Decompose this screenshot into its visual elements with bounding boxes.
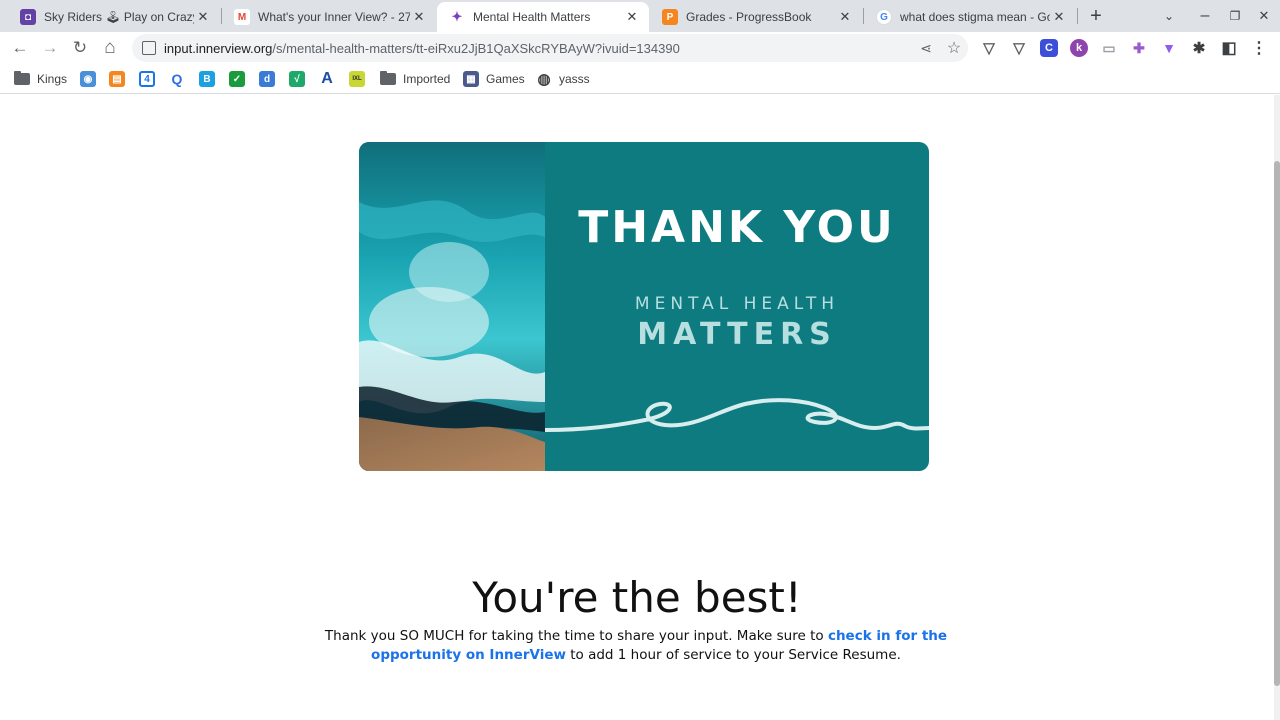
k-extension-icon[interactable]: k — [1070, 39, 1088, 57]
tab-title: What's your Inner View? - 27lt — [258, 10, 410, 24]
decorative-wave-icon — [545, 398, 929, 432]
tab-separator — [1077, 8, 1078, 24]
forward-icon[interactable]: → — [36, 34, 64, 62]
mental-health-subtitle: MENTAL HEALTH — [634, 294, 840, 314]
tab-google-search[interactable]: G what does stigma mean - Goo ✕ — [864, 2, 1076, 32]
bookmark-calendar[interactable]: 4 — [139, 69, 155, 89]
browser-toolbar: ← → ↻ ⌂ input.innerview.org/s/mental-hea… — [0, 32, 1280, 64]
bookmark-check[interactable]: √ — [289, 69, 305, 89]
close-window-icon[interactable]: ✕ — [1250, 2, 1278, 30]
bookmark-7-icon: ✓ — [229, 71, 245, 87]
back-icon[interactable]: ← — [6, 34, 34, 62]
bookmark-label: yasss — [559, 72, 590, 86]
gmail-icon: M — [234, 9, 250, 25]
tab-mental-health-matters[interactable]: ✦ Mental Health Matters ✕ — [437, 2, 649, 32]
games-icon: ▦ — [463, 71, 479, 87]
thank-you-message: Thank you SO MUCH for taking the time to… — [280, 627, 992, 665]
tab-inner-view-gmail[interactable]: M What's your Inner View? - 27lt ✕ — [222, 2, 436, 32]
ocean-wave-image — [359, 142, 545, 471]
bookmark-label: Kings — [37, 72, 68, 86]
more-menu-icon[interactable]: ⋮ — [1250, 39, 1268, 57]
new-tab-icon[interactable]: + — [1082, 2, 1110, 30]
shield-outline-extension-icon[interactable]: ▽ — [1010, 39, 1028, 57]
message-text-start: Thank you SO MUCH for taking the time to… — [324, 628, 828, 644]
matters-subtitle: MATTERS — [637, 317, 837, 352]
bookmark-label: Imported — [403, 72, 451, 86]
thank-you-banner: THANK YOU MENTAL HEALTH MATTERS — [359, 142, 929, 471]
twitch-icon: ◘ — [20, 9, 36, 25]
bookmark-1[interactable]: ◉ — [80, 69, 96, 89]
tab-progressbook[interactable]: P Grades - ProgressBook ✕ — [650, 2, 862, 32]
thank-you-title: THANK YOU — [578, 202, 896, 253]
page-headline: You're the best! — [472, 573, 802, 622]
bookmarks-bar: Kings ◉ ▤ 4 Q B ✓ d √ A IXL Imported ▦ G… — [0, 64, 1280, 94]
bookmark-q[interactable]: Q — [169, 69, 185, 89]
bookmark-games[interactable]: ▦ Games — [463, 69, 525, 89]
minimize-icon[interactable]: – — [1191, 2, 1219, 30]
b-icon: B — [199, 71, 215, 87]
puzzle-color-extension-icon[interactable]: ✚ — [1130, 39, 1148, 57]
bookmark-a[interactable]: A — [319, 69, 335, 89]
close-icon[interactable]: ✕ — [194, 8, 212, 26]
bookmark-star-icon[interactable]: ☆ — [940, 34, 968, 62]
bookmark-d[interactable]: d — [259, 69, 275, 89]
check-icon: √ — [289, 71, 305, 87]
progressbook-icon: P — [662, 9, 678, 25]
cast-extension-icon[interactable]: ▭ — [1100, 39, 1118, 57]
bookmark-2[interactable]: ▤ — [109, 69, 125, 89]
side-panel-icon[interactable]: ◧ — [1220, 39, 1238, 57]
q-icon: Q — [169, 71, 185, 87]
d-icon: d — [259, 71, 275, 87]
tab-search-chevron-down-icon[interactable]: ⌄ — [1155, 2, 1183, 30]
bookmark-2-icon: ▤ — [109, 71, 125, 87]
c-extension-icon[interactable]: C — [1040, 39, 1058, 57]
bookmark-1-icon: ◉ — [80, 71, 96, 87]
tab-sky-riders[interactable]: ◘ Sky Riders 🕹 Play on CrazyGa ✕ — [8, 2, 220, 32]
extensions-puzzle-icon[interactable]: ✱ — [1190, 39, 1208, 57]
folder-icon — [380, 71, 396, 85]
ixl-icon: IXL — [349, 71, 365, 87]
bookmark-7[interactable]: ✓ — [229, 69, 245, 89]
calendar-icon: 4 — [139, 71, 155, 87]
url-path: /s/mental-health-matters/tt-eiRxu2JjB1Qa… — [272, 40, 680, 56]
bookmark-b[interactable]: B — [199, 69, 215, 89]
a-icon: A — [321, 70, 333, 87]
url-text[interactable]: input.innerview.org/s/mental-health-matt… — [164, 41, 912, 56]
restore-icon[interactable]: ❐ — [1221, 2, 1249, 30]
bookmark-yasss[interactable]: ◍ yasss — [536, 69, 590, 89]
scrollbar-thumb[interactable] — [1274, 161, 1280, 686]
folder-icon — [14, 71, 30, 85]
home-icon[interactable]: ⌂ — [96, 34, 124, 62]
url-host: input.innerview.org — [164, 40, 273, 56]
bookmark-ixl[interactable]: IXL — [349, 69, 365, 89]
tab-title: Sky Riders 🕹 Play on CrazyGa — [44, 10, 194, 24]
close-icon[interactable]: ✕ — [836, 8, 854, 26]
tab-title: Grades - ProgressBook — [686, 10, 812, 24]
tab-title: Mental Health Matters — [473, 10, 591, 24]
address-bar[interactable]: input.innerview.org/s/mental-health-matt… — [132, 34, 968, 62]
google-icon: G — [876, 9, 892, 25]
close-icon[interactable]: ✕ — [410, 8, 428, 26]
close-icon[interactable]: ✕ — [623, 8, 641, 26]
site-info-icon[interactable] — [142, 41, 156, 55]
message-text-end: to add 1 hour of service to your Service… — [565, 647, 901, 663]
share-icon[interactable]: ⋖ — [912, 34, 940, 62]
globe-icon: ◍ — [537, 71, 551, 88]
page-content: THANK YOU MENTAL HEALTH MATTERS You're t… — [0, 95, 1280, 720]
tab-title: what does stigma mean - Goo — [900, 10, 1050, 24]
reload-icon[interactable]: ↻ — [66, 34, 94, 62]
shield-extension-icon[interactable]: ▽ — [980, 39, 998, 57]
innerview-icon: ✦ — [451, 9, 463, 24]
page-scrollbar[interactable] — [1274, 95, 1280, 720]
bookmark-extension-icon[interactable]: ▼ — [1160, 39, 1178, 57]
bookmark-folder-kings[interactable]: Kings — [14, 69, 67, 89]
bookmark-label: Games — [486, 72, 525, 86]
tab-strip: ◘ Sky Riders 🕹 Play on CrazyGa ✕ M What'… — [0, 0, 1280, 32]
close-icon[interactable]: ✕ — [1050, 8, 1068, 26]
bookmark-folder-imported[interactable]: Imported — [380, 69, 450, 89]
